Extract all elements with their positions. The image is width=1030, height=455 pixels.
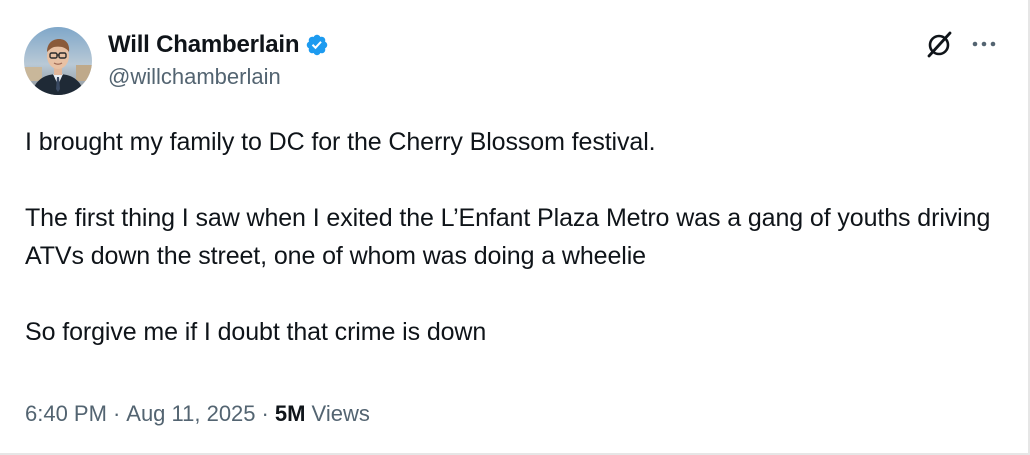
more-options-icon[interactable] xyxy=(970,34,998,54)
paragraph-spacer xyxy=(25,275,1010,313)
tweet-paragraph: So forgive me if I doubt that crime is d… xyxy=(25,318,487,346)
views-count: 5M xyxy=(274,401,306,426)
paragraph-spacer xyxy=(25,161,1010,199)
views[interactable]: 5M Views xyxy=(275,401,370,427)
meta-separator: · xyxy=(261,401,269,426)
tweet-time[interactable]: 6:40 PM xyxy=(25,401,107,427)
author-display-name[interactable]: Will Chamberlain xyxy=(108,31,299,59)
name-row: Will Chamberlain xyxy=(108,30,329,60)
tweet-paragraph: The first thing I saw when I exited the … xyxy=(25,204,996,270)
avatar-image xyxy=(24,27,92,95)
tweet-date[interactable]: Aug 11, 2025 xyxy=(126,401,255,427)
author-handle[interactable]: @willchamberlain xyxy=(108,64,329,90)
grok-icon[interactable] xyxy=(924,30,954,60)
meta-separator: · xyxy=(112,401,121,426)
tweet-text: I brought my family to DC for the Cherry… xyxy=(25,123,1010,351)
verified-badge-icon[interactable] xyxy=(305,33,329,57)
tweet-paragraph: I brought my family to DC for the Cherry… xyxy=(25,128,656,156)
author-avatar[interactable] xyxy=(24,27,92,95)
tweet-card: Will Chamberlain @willchamberlain I brou… xyxy=(0,0,1030,455)
views-label: Views xyxy=(311,401,370,426)
tweet-meta: 6:40 PM · Aug 11, 2025 · 5M Views xyxy=(25,401,370,427)
author-info: Will Chamberlain @willchamberlain xyxy=(108,30,329,90)
